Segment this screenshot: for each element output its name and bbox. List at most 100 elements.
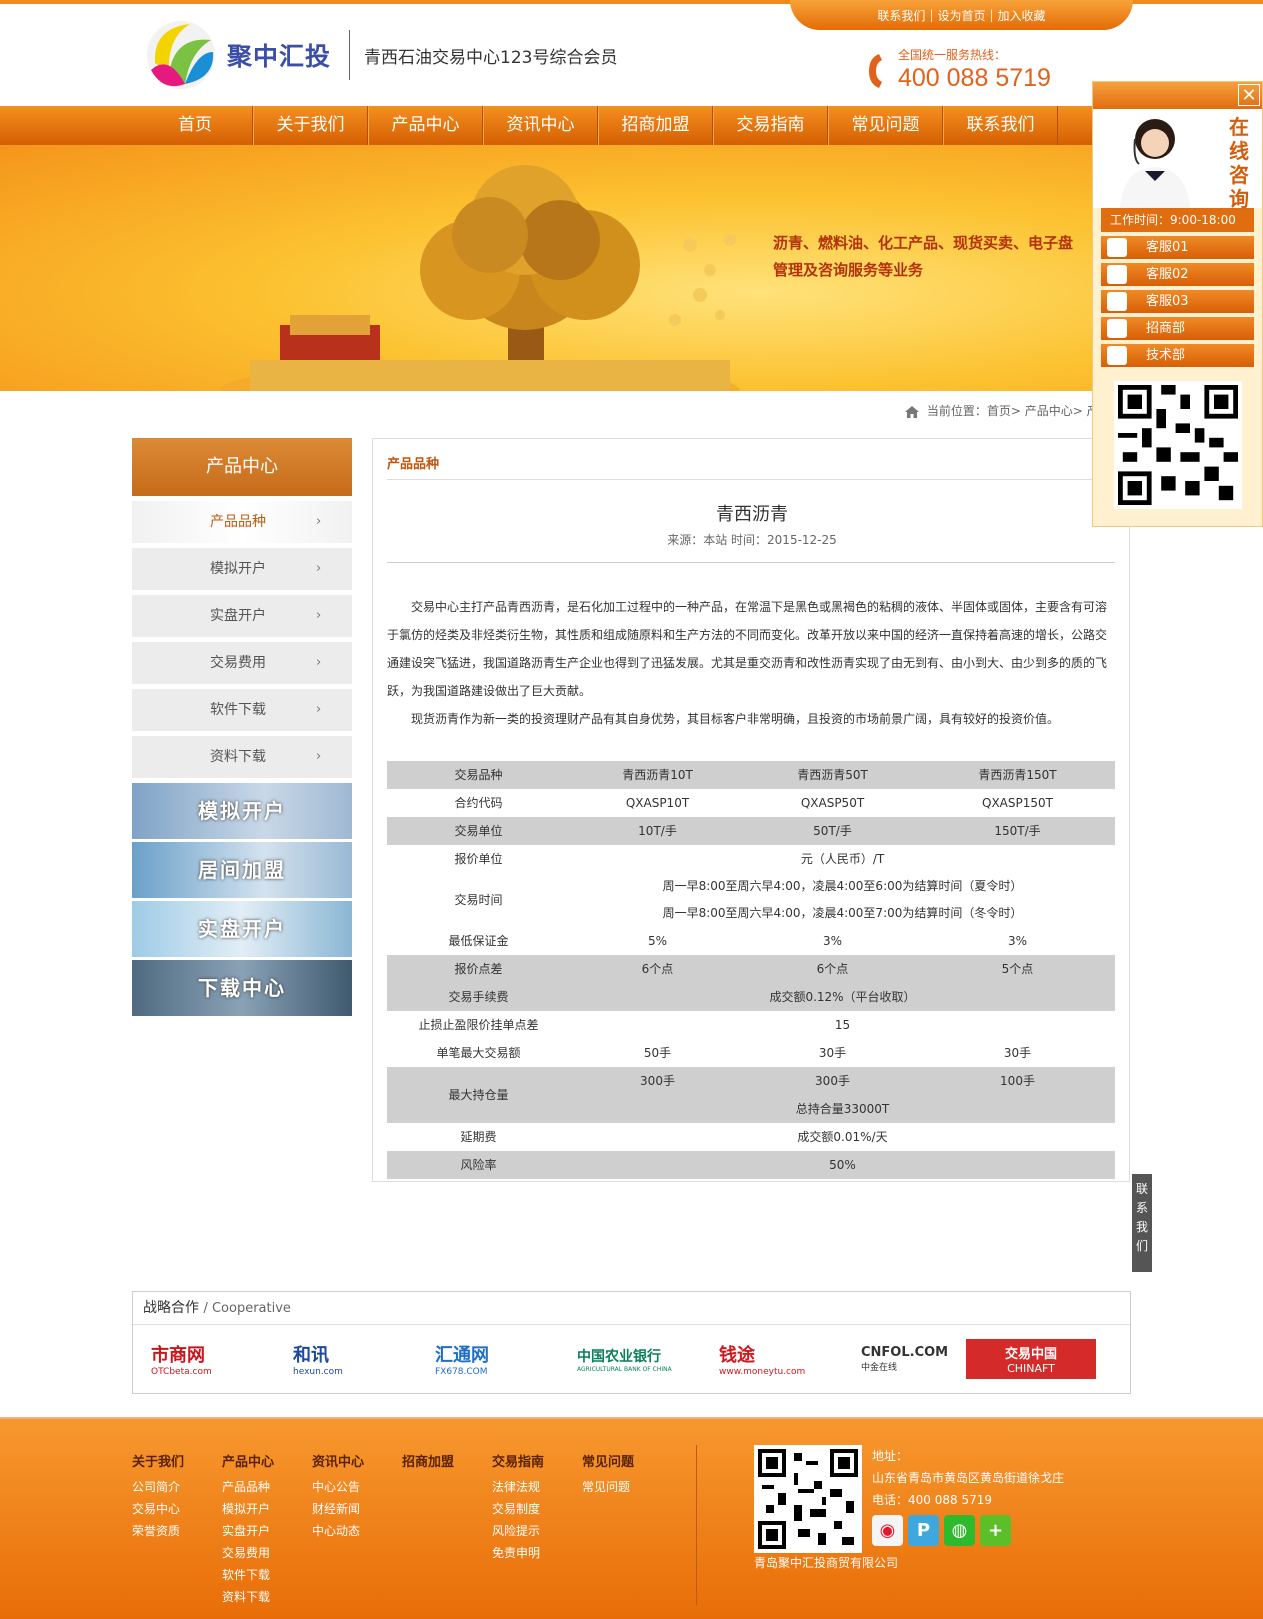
footer-link[interactable]: 交易中心 bbox=[132, 1498, 184, 1520]
partner-logo-cnfol[interactable]: CNFOL.COM 中金在线 bbox=[861, 1345, 966, 1373]
table-row: 风险率 50% bbox=[387, 1151, 1115, 1179]
sidebar-item-software-download[interactable]: 软件下载 › bbox=[132, 689, 352, 731]
nav-products[interactable]: 产品中心 bbox=[368, 106, 483, 145]
partners-subtitle: / Cooperative bbox=[203, 1301, 291, 1316]
table-row: 合约代码 QXASP10T QXASP50T QXASP150T bbox=[387, 789, 1115, 817]
footer-link[interactable]: 交易费用 bbox=[222, 1542, 274, 1564]
footer-col-about: 关于我们 公司简介 交易中心 荣誉资质 bbox=[132, 1451, 184, 1542]
product-sidebar: 产品中心 产品品种 › 模拟开户 › 实盘开户 › 交易费用 › 软件下载 › … bbox=[132, 438, 352, 1016]
footer-col-title[interactable]: 资讯中心 bbox=[312, 1451, 364, 1470]
nav-faq[interactable]: 常见问题 bbox=[828, 106, 943, 145]
consult-hero: 在线咨询 bbox=[1093, 109, 1262, 211]
table-row: 报价单位 元（人民币）/T bbox=[387, 845, 1115, 873]
promo-demo-account[interactable]: 模拟开户 bbox=[132, 783, 352, 839]
contact-us-link[interactable]: 联系我们 bbox=[877, 7, 925, 24]
promo-download-center[interactable]: 下载中心 bbox=[132, 960, 352, 1016]
footer-link[interactable]: 资料下载 bbox=[222, 1586, 274, 1608]
table-row: 交易时间 周一早8:00至周六早4:00，凌晨4:00至6:00为结算时间（夏令… bbox=[387, 873, 1115, 927]
weibo-icon[interactable]: ◉ bbox=[872, 1515, 903, 1546]
footer-link[interactable]: 风险提示 bbox=[492, 1520, 544, 1542]
sidebar-item-docs-download[interactable]: 资料下载 › bbox=[132, 736, 352, 778]
footer-link[interactable]: 交易制度 bbox=[492, 1498, 544, 1520]
table-row: 交易品种 青西沥青10T 青西沥青50T 青西沥青150T bbox=[387, 761, 1115, 789]
footer-col-title[interactable]: 交易指南 bbox=[492, 1451, 544, 1470]
nav-franchise[interactable]: 招商加盟 bbox=[598, 106, 713, 145]
nav-about[interactable]: 关于我们 bbox=[253, 106, 368, 145]
cell: 300手 bbox=[570, 1067, 745, 1095]
agent-avatar bbox=[1120, 119, 1190, 208]
partner-name: 市商网 bbox=[151, 1345, 205, 1366]
footer-link[interactable]: 公司简介 bbox=[132, 1476, 184, 1498]
cell: 6个点 bbox=[745, 955, 920, 983]
table-row: 交易手续费 成交额0.12%（平台收取） bbox=[387, 983, 1115, 1011]
agent-business-button[interactable]: 招商部 bbox=[1101, 317, 1254, 340]
set-homepage-link[interactable]: 设为首页 bbox=[937, 7, 985, 24]
footer-col-title[interactable]: 产品中心 bbox=[222, 1451, 274, 1470]
footer-link[interactable]: 中心公告 bbox=[312, 1476, 364, 1498]
site-logo[interactable]: 聚中汇投 青西石油交易中心123号综合会员 bbox=[145, 18, 617, 92]
promo-broker-join[interactable]: 居间加盟 bbox=[132, 842, 352, 898]
footer-contact: 地址： 山东省青岛市黄岛区黄岛街道徐戈庄 电话：400 088 5719 bbox=[872, 1445, 1064, 1511]
contact-us-side-tab[interactable]: 联系我们 bbox=[1132, 1174, 1152, 1272]
tencent-weibo-icon[interactable]: P bbox=[908, 1515, 939, 1546]
footer-link[interactable]: 财经新闻 bbox=[312, 1498, 364, 1520]
footer-link[interactable]: 免责申明 bbox=[492, 1542, 544, 1564]
footer-col-title[interactable]: 关于我们 bbox=[132, 1451, 184, 1470]
agent-label: 技术部 bbox=[1146, 348, 1186, 363]
nav-guide[interactable]: 交易指南 bbox=[713, 106, 828, 145]
partner-logo-otcbeta[interactable]: 市商网 OTCbeta.com bbox=[151, 1341, 293, 1377]
hotline: 全国统一服务热线： 400 088 5719 bbox=[898, 46, 1051, 93]
footer-link[interactable]: 软件下载 bbox=[222, 1564, 274, 1586]
partner-logo-hexun[interactable]: 和讯 hexun.com bbox=[293, 1341, 435, 1377]
footer-link[interactable]: 模拟开户 bbox=[222, 1498, 274, 1520]
agent-kefu01-button[interactable]: 客服01 bbox=[1101, 236, 1254, 259]
share-plus-icon[interactable]: + bbox=[980, 1515, 1011, 1546]
agent-kefu02-button[interactable]: 客服02 bbox=[1101, 263, 1254, 286]
partner-logo-moneytu[interactable]: 钱途 www.moneytu.com bbox=[719, 1341, 861, 1377]
phone-icon bbox=[869, 54, 882, 88]
agent-tech-button[interactable]: 技术部 bbox=[1101, 344, 1254, 367]
cell: QXASP10T bbox=[625, 796, 690, 810]
wechat-icon[interactable]: ◍ bbox=[944, 1515, 975, 1546]
paragraph: 现货沥青作为新一类的投资理财产品有其自身优势，其目标客户非常明确，且投资的市场前… bbox=[411, 712, 1060, 726]
add-favorite-link[interactable]: 加入收藏 bbox=[998, 7, 1046, 24]
footer-link[interactable]: 法律法规 bbox=[492, 1476, 544, 1498]
address-label: 地址： bbox=[872, 1449, 909, 1463]
nav-news[interactable]: 资讯中心 bbox=[483, 106, 598, 145]
footer-col-title[interactable]: 招商加盟 bbox=[402, 1451, 454, 1470]
partner-logo-fx678[interactable]: 汇通网 FX678.COM bbox=[435, 1341, 577, 1377]
cell: 最大持仓量 bbox=[387, 1067, 570, 1123]
footer-link[interactable]: 常见问题 bbox=[582, 1476, 634, 1498]
footer-link[interactable]: 中心动态 bbox=[312, 1520, 364, 1542]
partner-logo-chinaft[interactable]: 交易中国 CHINAFT bbox=[966, 1339, 1096, 1379]
user-icon bbox=[1107, 292, 1127, 311]
cell: 青西沥青10T bbox=[570, 761, 745, 789]
sidebar-item-demo-account[interactable]: 模拟开户 › bbox=[132, 548, 352, 590]
agent-kefu03-button[interactable]: 客服03 bbox=[1101, 290, 1254, 313]
cell: 50手 bbox=[643, 1046, 672, 1060]
footer-col-title[interactable]: 常见问题 bbox=[582, 1451, 634, 1470]
breadcrumb-text[interactable]: 当前位置：首页> 产品中心> 产品品种 bbox=[927, 404, 1097, 418]
user-icon bbox=[1107, 346, 1127, 365]
promo-real-account[interactable]: 实盘开户 bbox=[132, 901, 352, 957]
online-consult-panel: ✕ 在线咨询 工作时间：9:00-18:00 客服01 客服02 客服03 招商… bbox=[1092, 81, 1263, 527]
category-title: 产品品种 bbox=[387, 457, 440, 472]
sidebar-item-real-account[interactable]: 实盘开户 › bbox=[132, 595, 352, 637]
partners-title: 战略合作 bbox=[143, 1300, 199, 1316]
footer-link[interactable]: 实盘开户 bbox=[222, 1520, 274, 1542]
close-icon[interactable]: ✕ bbox=[1238, 84, 1260, 106]
sidebar-item-product-types[interactable]: 产品品种 › bbox=[132, 501, 352, 543]
footer-link[interactable]: 产品品种 bbox=[222, 1476, 274, 1498]
agent-label: 客服02 bbox=[1146, 267, 1189, 282]
chevron-right-icon: › bbox=[316, 702, 322, 717]
sidebar-item-fees[interactable]: 交易费用 › bbox=[132, 642, 352, 684]
footer-link[interactable]: 荣誉资质 bbox=[132, 1520, 184, 1542]
footer-col-products: 产品中心 产品品种 模拟开户 实盘开户 交易费用 软件下载 资料下载 bbox=[222, 1451, 274, 1608]
nav-home[interactable]: 首页 bbox=[138, 106, 253, 145]
table-row: 报价点差 6个点 6个点 5个点 bbox=[387, 955, 1115, 983]
partner-logo-abc[interactable]: 中国农业银行 AGRICULTURAL BANK OF CHINA bbox=[577, 1346, 719, 1373]
nav-contact[interactable]: 联系我们 bbox=[943, 106, 1058, 145]
chevron-right-icon: › bbox=[316, 655, 322, 670]
cell: 交易手续费 bbox=[387, 983, 570, 1011]
hotline-label: 全国统一服务热线： bbox=[898, 48, 1007, 62]
